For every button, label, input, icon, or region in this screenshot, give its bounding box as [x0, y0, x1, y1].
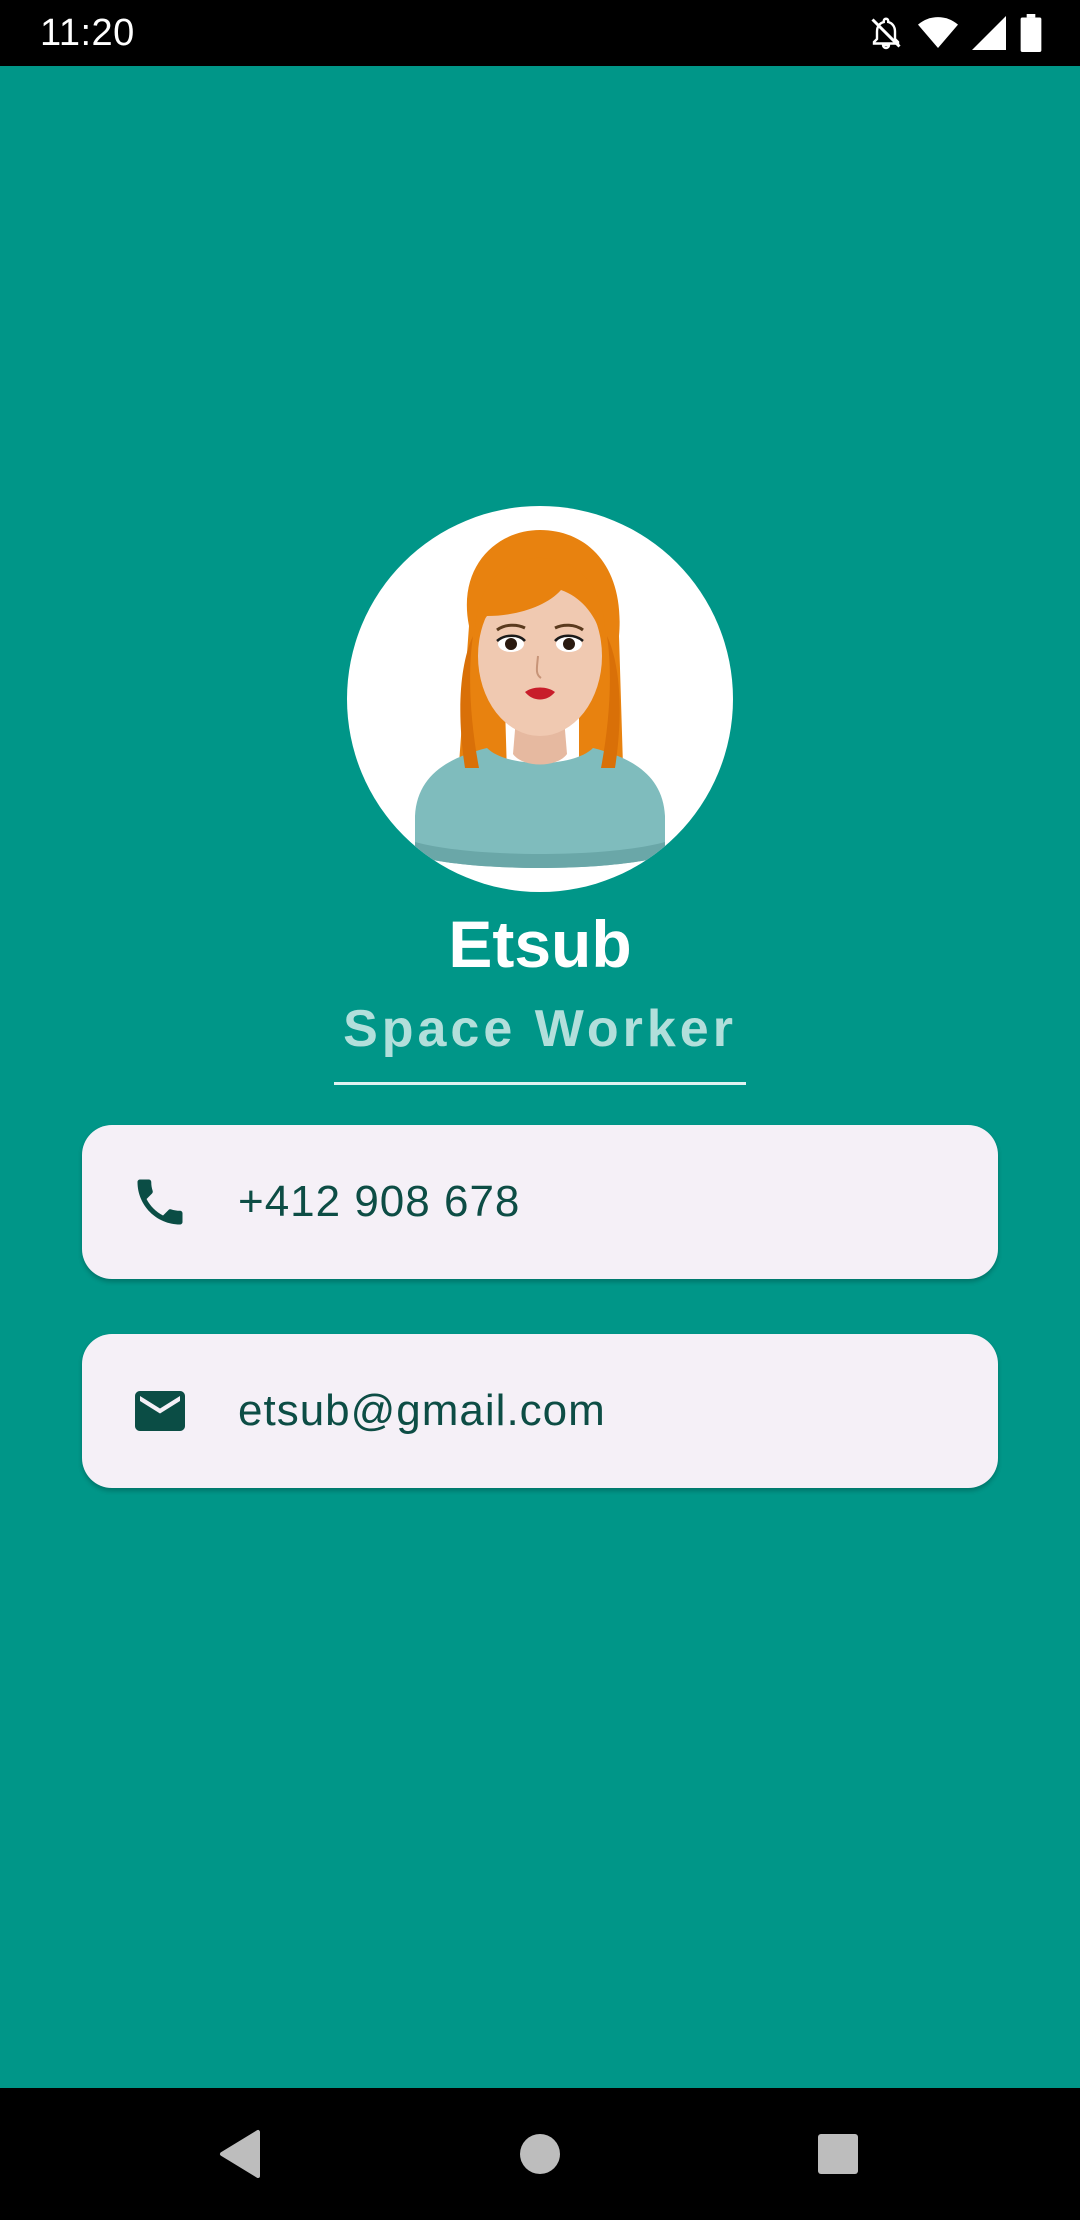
signal-icon: [972, 16, 1006, 50]
profile-screen: [0, 66, 1080, 2088]
status-time: 11:20: [40, 12, 135, 54]
screen: 11:20 Etsub Space Worker +412 908 678 et…: [0, 0, 1080, 2220]
email-card[interactable]: etsub@gmail.com: [82, 1334, 998, 1488]
divider: [334, 1082, 746, 1085]
status-icons: [868, 14, 1042, 52]
email-icon: [130, 1381, 190, 1441]
phone-card[interactable]: +412 908 678: [82, 1125, 998, 1279]
profile-title: Space Worker: [343, 1000, 737, 1058]
back-icon[interactable]: [210, 2124, 270, 2184]
avatar: [347, 506, 733, 892]
status-bar: 11:20: [0, 0, 1080, 66]
nav-bar: [0, 2088, 1080, 2220]
wifi-icon: [918, 16, 958, 50]
phone-number: +412 908 678: [238, 1177, 521, 1226]
battery-icon: [1020, 14, 1042, 52]
bell-off-icon: [868, 15, 904, 51]
profile-name: Etsub: [448, 907, 632, 981]
recents-icon[interactable]: [808, 2124, 868, 2184]
woman-avatar-icon: [347, 506, 733, 892]
phone-icon: [130, 1172, 190, 1232]
home-icon[interactable]: [510, 2124, 570, 2184]
email-address: etsub@gmail.com: [238, 1386, 606, 1435]
